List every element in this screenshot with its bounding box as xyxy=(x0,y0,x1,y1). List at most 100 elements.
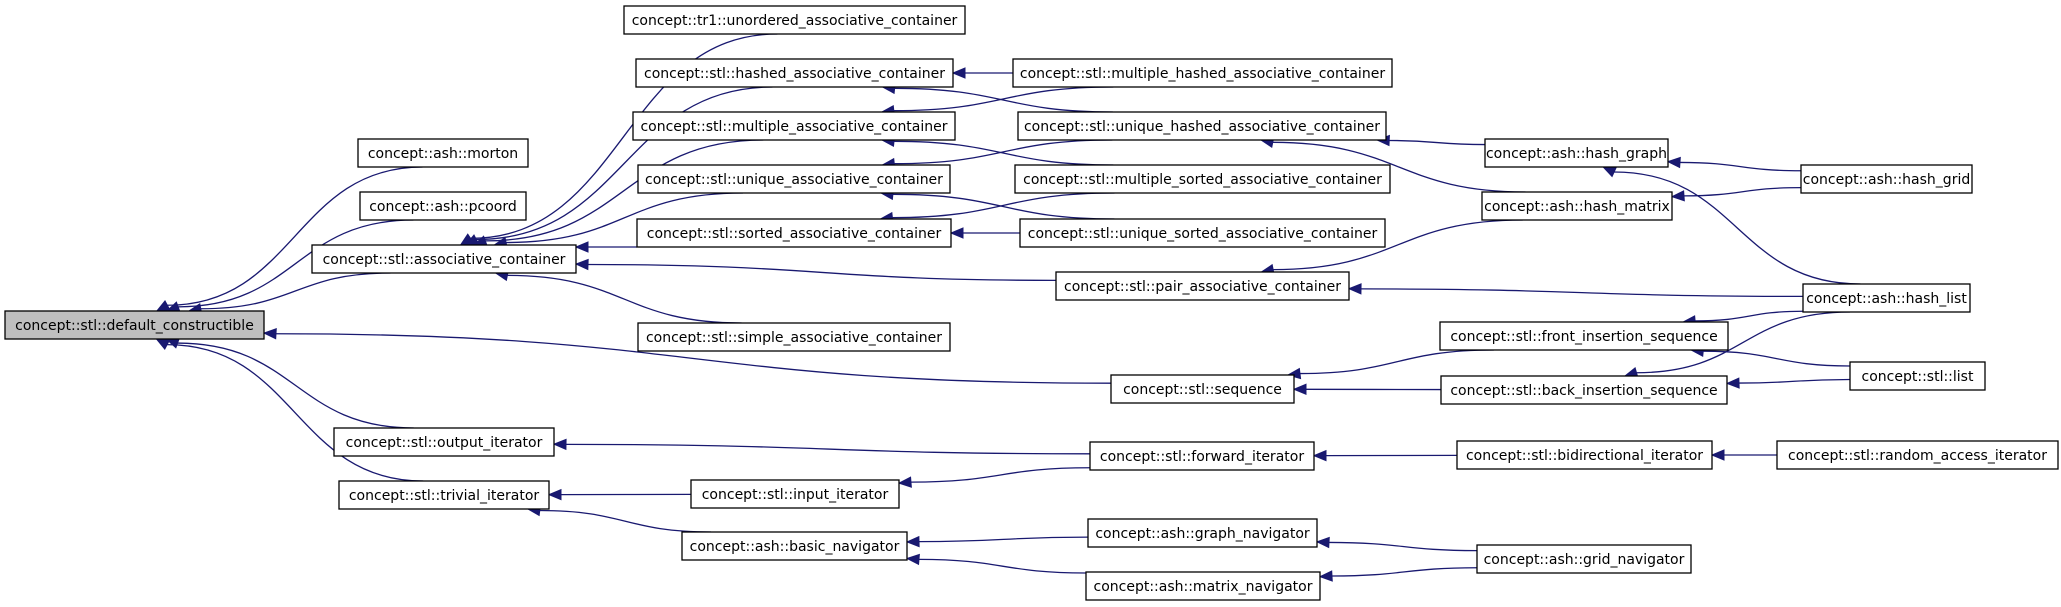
edge-line xyxy=(892,193,1115,220)
arrowhead-icon xyxy=(1312,449,1327,462)
arrowhead-icon xyxy=(949,227,964,239)
node-multiple-sorted[interactable]: concept::stl::multiple_sorted_associativ… xyxy=(1014,164,1391,194)
node-label: concept::stl::multiple_associative_conta… xyxy=(640,119,947,135)
node-label: concept::stl::unique_associative_contain… xyxy=(645,172,943,188)
node-label: concept::stl::multiple_hashed_associativ… xyxy=(1020,66,1385,82)
edge-bidirectional-iterator-to-forward-iterator xyxy=(1312,449,1458,462)
edge-line xyxy=(894,140,1114,166)
edge-morton-to-default-constructible xyxy=(155,166,423,312)
node-label: concept::stl::random_access_iterator xyxy=(1788,448,2047,464)
node-hash-graph[interactable]: concept::ash::hash_graph xyxy=(1484,138,1669,168)
node-bidirectional-iterator[interactable]: concept::stl::bidirectional_iterator xyxy=(1456,440,1713,470)
node-label: concept::ash::morton xyxy=(368,146,518,162)
node-label: concept::ash::grid_navigator xyxy=(1484,552,1685,568)
arrowhead-icon xyxy=(155,338,171,350)
node-label: concept::ash::basic_navigator xyxy=(690,539,900,555)
edge-pair-assoc-to-associative-container xyxy=(574,258,1057,282)
edge-line xyxy=(1679,161,1802,172)
edge-line xyxy=(892,192,1115,219)
node-label: concept::stl::output_iterator xyxy=(346,435,543,451)
edge-multiple-hashed-to-hashed-assoc xyxy=(951,67,1013,79)
node-label: concept::stl::simple_associative_contain… xyxy=(646,330,942,346)
arrowhead-icon xyxy=(1602,166,1617,178)
node-label: concept::ash::matrix_navigator xyxy=(1094,579,1313,595)
node-grid-navigator[interactable]: concept::ash::grid_navigator xyxy=(1476,544,1692,574)
node-label: concept::ash::pcoord xyxy=(369,199,517,215)
arrowhead-icon xyxy=(1315,536,1330,549)
node-unique-hashed[interactable]: concept::stl::unique_hashed_associative_… xyxy=(1017,111,1387,141)
node-multiple-assoc[interactable]: concept::stl::multiple_associative_conta… xyxy=(632,111,956,141)
node-simple-assoc[interactable]: concept::stl::simple_associative_contain… xyxy=(637,322,951,352)
node-matrix-navigator[interactable]: concept::ash::matrix_navigator xyxy=(1085,571,1321,601)
node-list[interactable]: concept::stl::list xyxy=(1849,361,1986,391)
node-graph-navigator[interactable]: concept::ash::graph_navigator xyxy=(1087,518,1318,548)
node-label: concept::ash::hash_matrix xyxy=(1484,199,1670,215)
arrowhead-icon xyxy=(905,535,920,548)
node-pcoord[interactable]: concept::ash::pcoord xyxy=(359,191,527,221)
node-label: concept::stl::hashed_associative_contain… xyxy=(644,66,945,82)
node-hash-list[interactable]: concept::ash::hash_list xyxy=(1802,283,1971,313)
edge-line xyxy=(539,509,711,533)
edge-grid-navigator-to-matrix-navigator xyxy=(1318,567,1478,582)
node-sorted-assoc[interactable]: concept::stl::sorted_associative_contain… xyxy=(636,218,952,248)
edge-line xyxy=(565,443,1091,455)
node-trivial-iterator[interactable]: concept::stl::trivial_iterator xyxy=(338,480,550,510)
node-hashed-assoc[interactable]: concept::stl::hashed_associative_contain… xyxy=(635,58,954,88)
edge-line xyxy=(167,166,423,306)
edge-associative-container-to-default-constructible xyxy=(187,272,391,315)
node-forward-iterator[interactable]: concept::stl::forward_iterator xyxy=(1089,441,1315,471)
edge-line xyxy=(587,263,1057,282)
node-label: concept::ash::hash_grid xyxy=(1803,172,1970,188)
node-label: concept::stl::unique_hashed_associative_… xyxy=(1024,119,1380,135)
edge-input-iterator-to-trivial-iterator xyxy=(547,488,692,501)
edge-back-insertion-to-sequence xyxy=(1292,383,1442,396)
node-associative-container[interactable]: concept::stl::associative_container xyxy=(311,244,577,274)
node-basic-navigator[interactable]: concept::ash::basic_navigator xyxy=(681,531,908,561)
node-unique-assoc[interactable]: concept::stl::unique_associative_contain… xyxy=(637,164,951,194)
node-input-iterator[interactable]: concept::stl::input_iterator xyxy=(690,479,900,509)
node-label: concept::stl::pair_associative_container xyxy=(1064,279,1341,295)
edge-line xyxy=(1360,288,1804,298)
node-default-constructible[interactable]: concept::stl::default_constructible xyxy=(4,310,265,340)
node-label: concept::stl::front_insertion_sequence xyxy=(1450,329,1717,345)
edge-line xyxy=(1299,349,1494,375)
node-pair-assoc[interactable]: concept::stl::pair_associative_container xyxy=(1055,271,1350,301)
edge-hash-grid-to-hash-graph xyxy=(1666,156,1802,172)
edge-simple-assoc-to-associative-container xyxy=(494,269,742,324)
inheritance-diagram: concept::stl::default_constructibleconce… xyxy=(4,5,2059,601)
node-label: concept::stl::multiple_sorted_associativ… xyxy=(1023,172,1382,188)
edge-line xyxy=(918,536,1089,543)
arrowhead-icon xyxy=(897,476,912,488)
node-label: concept::stl::default_constructible xyxy=(15,318,254,334)
node-random-access-iterator[interactable]: concept::stl::random_access_iterator xyxy=(1776,440,2059,470)
edge-line xyxy=(894,87,1113,113)
node-sequence[interactable]: concept::stl::sequence xyxy=(1110,374,1295,404)
node-hash-matrix[interactable]: concept::ash::hash_matrix xyxy=(1481,191,1673,221)
edge-line xyxy=(1703,350,1851,367)
arrowhead-icon xyxy=(951,67,966,79)
arrowhead-icon xyxy=(905,553,920,566)
node-tr1-unordered[interactable]: concept::tr1::unordered_associative_cont… xyxy=(623,5,966,35)
node-label: concept::stl::list xyxy=(1862,369,1974,385)
edge-line xyxy=(894,139,1113,165)
edge-grid-navigator-to-graph-navigator xyxy=(1315,536,1478,552)
edge-hash-graph-to-unique-hashed xyxy=(1375,134,1486,147)
edge-random-access-iterator-to-bidirectional-iterator xyxy=(1710,449,1778,461)
node-output-iterator[interactable]: concept::stl::output_iterator xyxy=(333,427,555,457)
node-hash-grid[interactable]: concept::ash::hash_grid xyxy=(1800,164,1973,194)
node-label: concept::stl::back_insertion_sequence xyxy=(1450,383,1717,399)
node-unique-sorted[interactable]: concept::stl::unique_sorted_associative_… xyxy=(1019,218,1386,248)
edge-line xyxy=(910,467,1091,483)
edge-matrix-navigator-to-basic-navigator xyxy=(905,553,1087,574)
node-back-insertion[interactable]: concept::stl::back_insertion_sequence xyxy=(1440,375,1728,405)
node-morton[interactable]: concept::ash::morton xyxy=(357,138,529,168)
node-label: concept::stl::trivial_iterator xyxy=(349,488,540,504)
node-multiple-hashed[interactable]: concept::stl::multiple_hashed_associativ… xyxy=(1012,58,1393,88)
arrowhead-icon xyxy=(1670,190,1685,202)
edge-line xyxy=(177,342,414,429)
node-label: concept::stl::sorted_associative_contain… xyxy=(647,226,942,242)
arrowhead-icon xyxy=(574,241,589,253)
edge-graph-navigator-to-basic-navigator xyxy=(905,535,1089,548)
node-label: concept::stl::input_iterator xyxy=(702,487,889,503)
node-front-insertion[interactable]: concept::stl::front_insertion_sequence xyxy=(1439,321,1729,351)
